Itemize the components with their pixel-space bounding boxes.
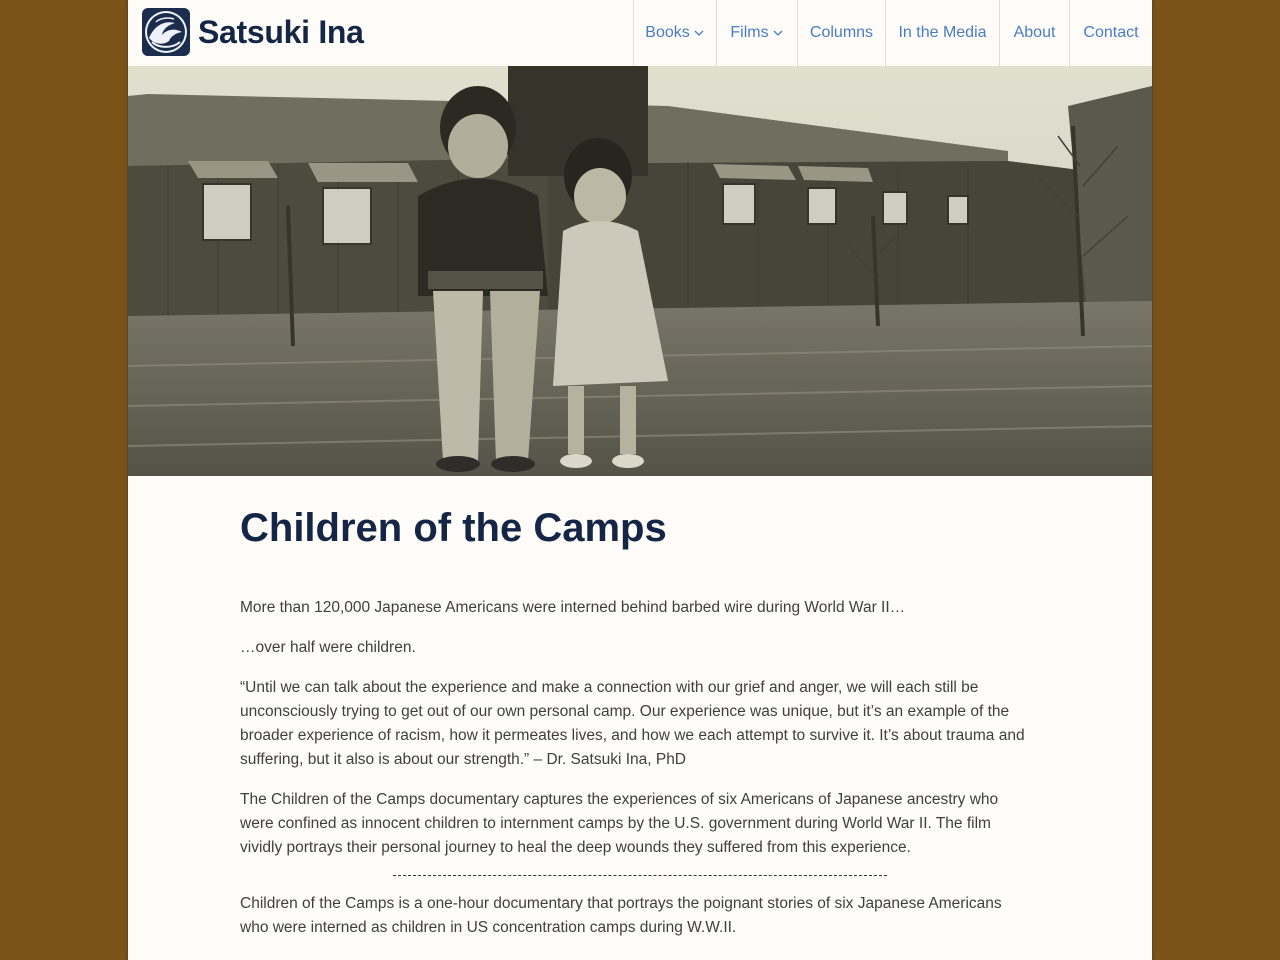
documentary-paragraph: The Children of the Camps documentary ca… xyxy=(240,791,999,856)
main-nav: Books Films Columns In the Media About C… xyxy=(633,0,1152,66)
site-header: Satsuki Ina Books Films Columns In the M… xyxy=(128,0,1152,66)
nav-item-label: Contact xyxy=(1083,24,1139,41)
nav-item-books[interactable]: Books xyxy=(633,0,716,66)
nav-item-in-the-media[interactable]: In the Media xyxy=(885,0,999,66)
chevron-down-icon xyxy=(694,30,704,36)
page-title: Children of the Camps xyxy=(240,506,667,550)
summary-paragraph: Children of the Camps is a one-hour docu… xyxy=(240,895,1002,936)
section-divider xyxy=(393,875,887,876)
site-logo-icon[interactable] xyxy=(142,8,190,56)
hero-photo xyxy=(128,66,1152,476)
nav-item-label: Films xyxy=(730,24,769,41)
nav-item-label: In the Media xyxy=(898,24,987,41)
children-paragraph: …over half were children. xyxy=(240,639,416,656)
quote-paragraph: “Until we can talk about the experience … xyxy=(240,679,1025,768)
nav-item-contact[interactable]: Contact xyxy=(1069,0,1152,66)
page: Satsuki Ina Books Films Columns In the M… xyxy=(128,0,1152,960)
site-title[interactable]: Satsuki Ina xyxy=(198,11,364,53)
chevron-down-icon xyxy=(773,30,783,36)
intro-paragraph: More than 120,000 Japanese Americans wer… xyxy=(240,599,906,616)
nav-item-about[interactable]: About xyxy=(999,0,1069,66)
nav-item-label: About xyxy=(1013,24,1056,41)
nav-item-label: Books xyxy=(645,24,690,41)
nav-item-label: Columns xyxy=(809,24,874,41)
nav-item-columns[interactable]: Columns xyxy=(797,0,885,66)
nav-item-films[interactable]: Films xyxy=(716,0,797,66)
